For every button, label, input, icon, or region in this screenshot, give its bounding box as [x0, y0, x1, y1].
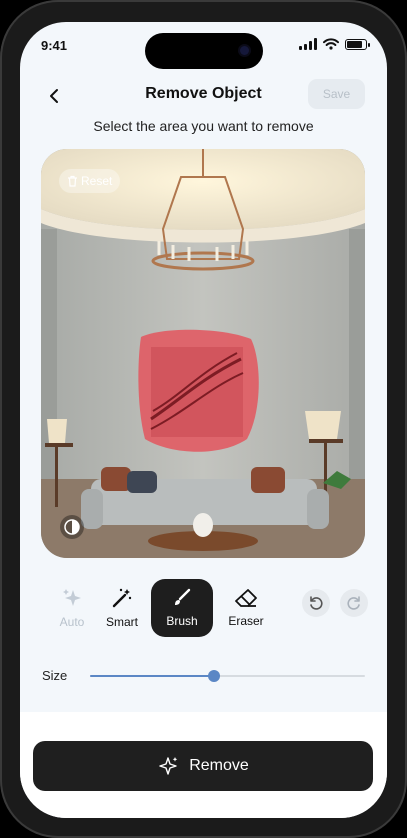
compare-button[interactable]	[60, 515, 84, 539]
compare-icon	[64, 519, 80, 535]
bottom-panel: Remove	[20, 712, 387, 818]
phone-frame: 9:41 Remove Object Save Select the area …	[0, 0, 407, 838]
remove-label: Remove	[189, 757, 249, 774]
tool-eraser[interactable]: Eraser	[217, 579, 275, 637]
tool-bar: Auto Smart Brush Eraser	[20, 579, 387, 639]
tool-smart-label: Smart	[105, 615, 138, 629]
camera-icon	[240, 46, 249, 55]
tool-brush-label: Brush	[166, 614, 198, 628]
wifi-icon	[323, 38, 339, 50]
trash-icon	[68, 175, 77, 187]
tool-auto-label: Auto	[59, 615, 85, 629]
save-button[interactable]: Save	[308, 79, 365, 109]
status-time: 9:41	[41, 38, 68, 53]
undo-button[interactable]	[302, 589, 330, 617]
brush-icon	[175, 588, 191, 605]
instruction-text: Select the area you want to remove	[93, 118, 314, 134]
battery-icon	[345, 38, 370, 50]
app-screen: 9:41 Remove Object Save Select the area …	[20, 22, 387, 818]
redo-button[interactable]	[340, 589, 368, 617]
magic-wand-icon	[112, 588, 132, 608]
size-slider[interactable]	[90, 670, 365, 682]
signal-icon	[299, 38, 317, 50]
size-slider-thumb[interactable]	[207, 670, 220, 682]
remove-button[interactable]: Remove	[33, 741, 373, 791]
reset-button[interactable]: Reset	[59, 169, 121, 193]
status-icons	[299, 38, 370, 50]
status-bar: 9:41	[20, 22, 387, 70]
sparkles-icon	[159, 757, 178, 775]
eraser-icon	[235, 589, 257, 607]
size-label: Size	[42, 668, 68, 683]
tool-brush[interactable]: Brush	[151, 579, 213, 637]
tool-eraser-label: Eraser	[228, 614, 264, 628]
undo-icon	[310, 596, 323, 610]
reset-label: Reset	[81, 174, 113, 188]
image-canvas[interactable]: Reset	[41, 149, 365, 558]
tool-smart[interactable]: Smart	[93, 579, 151, 637]
redo-icon	[347, 596, 360, 610]
nav-bar: Remove Object Save	[20, 78, 387, 114]
sparkles-icon	[63, 589, 81, 606]
dynamic-island	[145, 33, 263, 69]
room-photo	[41, 149, 365, 558]
size-slider-fill	[90, 675, 214, 677]
size-control: Size	[20, 662, 387, 692]
